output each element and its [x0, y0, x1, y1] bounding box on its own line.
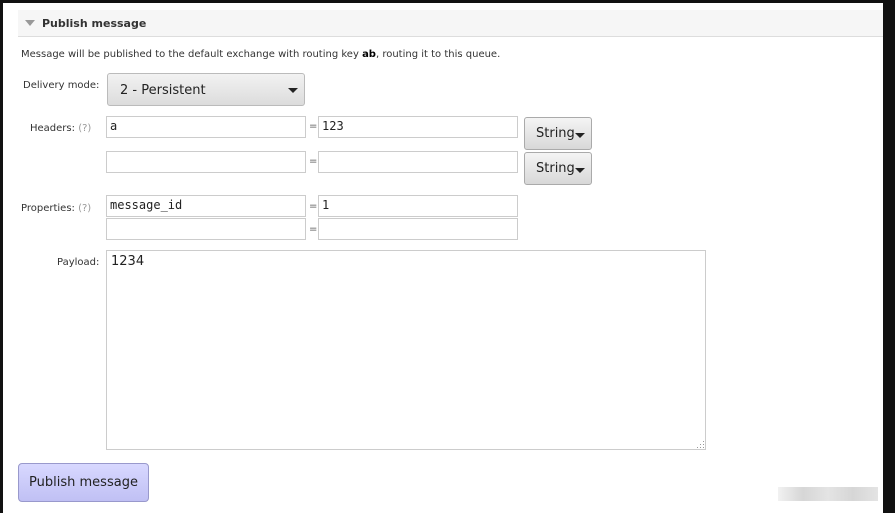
property-key-input-1[interactable]: message_id: [106, 195, 306, 217]
header-type-value: String: [536, 126, 575, 141]
property-value-input-1[interactable]: 1: [318, 195, 518, 217]
intro-before: Message will be published to the default…: [21, 49, 363, 60]
blurred-region: [778, 487, 878, 501]
equals-sign: =: [309, 201, 318, 212]
header-type-value: String: [536, 161, 575, 176]
intro-after: , routing it to this queue.: [375, 49, 501, 60]
headers-help[interactable]: (?): [78, 123, 91, 134]
payload-value: 1234: [111, 254, 145, 269]
delivery-mode-value: 2 - Persistent: [120, 83, 206, 98]
equals-sign: =: [309, 156, 318, 167]
chevron-down-icon: [575, 168, 585, 173]
section-header[interactable]: Publish message: [18, 10, 883, 37]
properties-label-text: Properties:: [21, 203, 75, 214]
section-title: Publish message: [42, 17, 147, 30]
property-value-input-2[interactable]: [318, 218, 518, 240]
header-value-input-1[interactable]: 123: [318, 116, 518, 138]
headers-label-text: Headers:: [30, 123, 75, 134]
header-key-input-2[interactable]: [106, 151, 306, 173]
headers-label: Headers: (?): [30, 123, 91, 134]
delivery-mode-label: Delivery mode:: [23, 80, 100, 91]
equals-sign: =: [309, 121, 318, 132]
header-type-select-2[interactable]: String: [524, 152, 592, 185]
intro-text: Message will be published to the default…: [21, 49, 500, 60]
header-type-select-1[interactable]: String: [524, 117, 592, 150]
routing-key: ab: [362, 49, 376, 60]
chevron-down-icon: [575, 133, 585, 138]
payload-label: Payload:: [57, 257, 100, 268]
delivery-mode-select[interactable]: 2 - Persistent: [107, 73, 305, 106]
publish-message-panel: Publish message Message will be publishe…: [3, 3, 883, 513]
chevron-down-icon: [288, 88, 298, 93]
publish-message-button[interactable]: Publish message: [18, 463, 149, 502]
property-key-input-2[interactable]: [106, 218, 306, 240]
properties-label: Properties: (?): [21, 203, 91, 214]
collapse-triangle-icon[interactable]: [25, 20, 35, 26]
header-value-input-2[interactable]: [318, 151, 518, 173]
resize-grip-icon[interactable]: [696, 440, 704, 448]
header-key-input-1[interactable]: a: [106, 116, 306, 138]
equals-sign: =: [309, 224, 318, 235]
payload-textarea[interactable]: 1234: [106, 250, 706, 450]
properties-help[interactable]: (?): [78, 203, 91, 214]
